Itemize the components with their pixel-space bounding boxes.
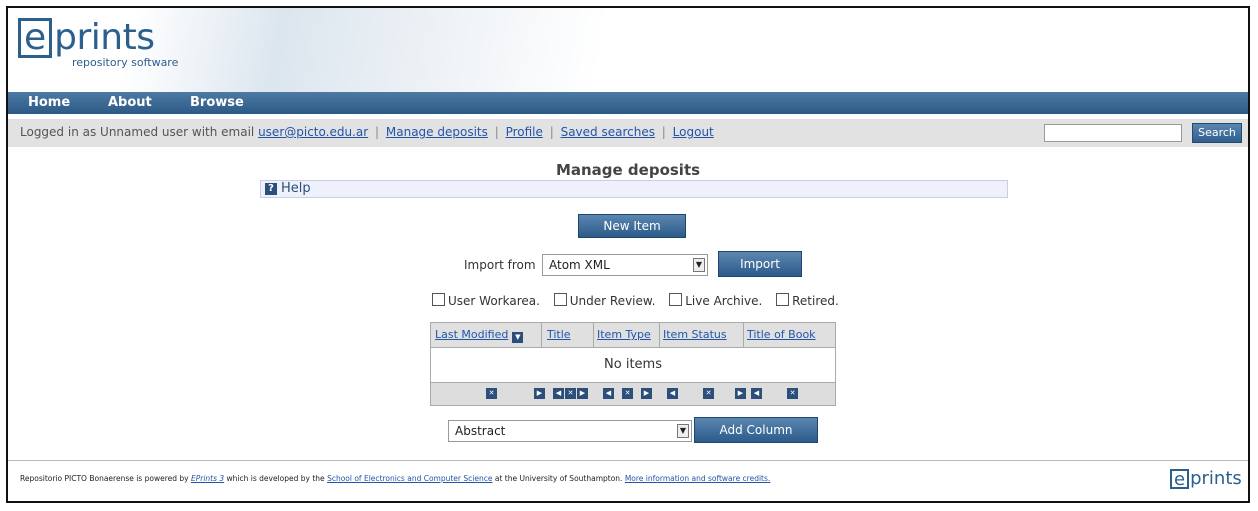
help-label: Help	[281, 181, 311, 196]
move-left-icon[interactable]: ◀	[553, 388, 564, 399]
column-select-value: Abstract	[455, 424, 506, 438]
footer-credits: Repositorio PICTO Bonaerense is powered …	[20, 474, 770, 483]
footer-text: which is developed by the	[226, 474, 325, 483]
filter-under-review[interactable]: Under Review.	[553, 293, 656, 308]
question-icon: ?	[265, 183, 277, 195]
footer-eprints-logo[interactable]: e prints	[1170, 469, 1242, 489]
move-left-icon[interactable]: ◀	[603, 388, 614, 399]
footer-text: at the University of Southampton.	[494, 474, 623, 483]
site-header: e prints repository software	[8, 8, 1248, 92]
login-status: Logged in as Unnamed user with email use…	[20, 125, 714, 139]
move-right-icon[interactable]: ▶	[577, 388, 588, 399]
column-header-title-of-book[interactable]: Title of Book	[747, 328, 816, 341]
move-right-icon[interactable]: ▶	[641, 388, 652, 399]
login-prefix: Logged in as Unnamed user with email	[20, 125, 255, 139]
page-title: Manage deposits	[555, 161, 701, 179]
main-nav: Home About Browse	[8, 92, 1248, 114]
logo-letter: e	[18, 18, 53, 58]
new-item-button[interactable]: New Item	[578, 214, 686, 238]
chevron-down-icon: ▼	[693, 258, 705, 272]
school-link[interactable]: School of Electronics and Computer Scien…	[327, 474, 492, 483]
move-left-icon[interactable]: ◀	[667, 388, 678, 399]
logo-word: prints	[54, 17, 155, 58]
search-input[interactable]	[1044, 124, 1182, 142]
help-bar[interactable]: ? Help	[260, 180, 1008, 198]
eprints-link[interactable]: EPrints 3	[191, 474, 224, 483]
filter-label: Under Review.	[569, 294, 656, 308]
status-filters: User Workarea. Under Review. Live Archiv…	[432, 293, 849, 308]
eprints-logo[interactable]: e prints repository software	[18, 17, 178, 69]
nav-about[interactable]: About	[108, 95, 152, 110]
chevron-down-icon: ▼	[677, 424, 689, 438]
filter-label: Retired.	[792, 294, 839, 308]
user-bar: Logged in as Unnamed user with email use…	[8, 118, 1248, 147]
filter-live-archive[interactable]: Live Archive.	[669, 293, 763, 308]
page-frame: e prints repository software Home About B…	[6, 6, 1250, 503]
user-email-link[interactable]: user@picto.edu.ar	[258, 125, 368, 139]
empty-message: No items	[604, 357, 662, 372]
checkbox[interactable]	[776, 293, 790, 306]
import-format-value: Atom XML	[549, 258, 610, 272]
add-column-button[interactable]: Add Column	[694, 417, 818, 443]
profile-link[interactable]: Profile	[506, 125, 543, 139]
filter-label: Live Archive.	[685, 294, 763, 308]
column-header-item-type[interactable]: Item Type	[597, 328, 651, 341]
filter-label: User Workarea.	[448, 294, 540, 308]
column-controls: ✕ ▶ ◀ ✕ ▶ ◀ ✕ ▶ ◀ ✕ ▶ ◀ ✕	[431, 382, 835, 405]
nav-browse[interactable]: Browse	[190, 95, 244, 110]
footer-logo-letter: e	[1170, 469, 1190, 489]
remove-column-icon[interactable]: ✕	[486, 388, 497, 399]
import-label: Import from	[464, 258, 536, 272]
logo-tagline: repository software	[72, 56, 179, 69]
remove-column-icon[interactable]: ✕	[622, 388, 633, 399]
manage-deposits-link[interactable]: Manage deposits	[386, 125, 488, 139]
footer-text: Repositorio PICTO Bonaerense is powered …	[20, 474, 189, 483]
search-button[interactable]: Search	[1192, 123, 1242, 143]
logout-link[interactable]: Logout	[673, 125, 714, 139]
deposits-table: Last Modified ▼ Title Item Type Item Stat…	[430, 322, 836, 406]
sort-down-icon[interactable]: ▼	[512, 332, 524, 343]
checkbox[interactable]	[553, 293, 567, 306]
import-button[interactable]: Import	[718, 251, 802, 277]
footer-logo-word: prints	[1190, 468, 1242, 489]
move-right-icon[interactable]: ▶	[735, 388, 746, 399]
import-format-select[interactable]: Atom XML ▼	[542, 254, 708, 276]
move-right-icon[interactable]: ▶	[534, 388, 545, 399]
saved-searches-link[interactable]: Saved searches	[561, 125, 655, 139]
add-column-select[interactable]: Abstract ▼	[448, 420, 692, 442]
filter-retired[interactable]: Retired.	[776, 293, 839, 308]
filter-user-workarea[interactable]: User Workarea.	[432, 293, 540, 308]
column-header-item-status[interactable]: Item Status	[663, 328, 727, 341]
move-left-icon[interactable]: ◀	[751, 388, 762, 399]
remove-column-icon[interactable]: ✕	[565, 388, 576, 399]
column-header-last-modified[interactable]: Last Modified ▼	[435, 328, 524, 343]
site-footer: Repositorio PICTO Bonaerense is powered …	[8, 460, 1248, 501]
more-info-link[interactable]: More information and software credits.	[625, 474, 770, 483]
nav-home[interactable]: Home	[28, 95, 70, 110]
remove-column-icon[interactable]: ✕	[703, 388, 714, 399]
table-header: Last Modified ▼ Title Item Type Item Stat…	[431, 323, 835, 348]
table-body: No items	[431, 348, 835, 382]
column-header-title[interactable]: Title	[547, 328, 571, 341]
checkbox[interactable]	[432, 293, 445, 306]
remove-column-icon[interactable]: ✕	[787, 388, 798, 399]
checkbox[interactable]	[669, 293, 683, 306]
